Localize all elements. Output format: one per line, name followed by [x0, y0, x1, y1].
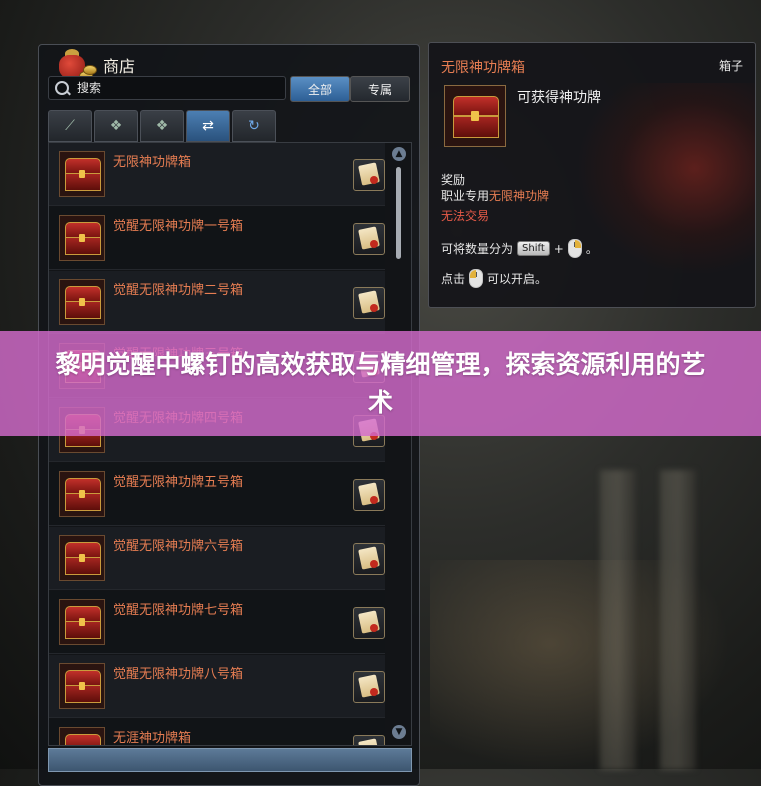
item-name: 无涯神功牌箱 — [113, 731, 192, 746]
mouse-left-click-icon — [469, 269, 484, 288]
list-item[interactable]: 无涯神功牌箱 — [49, 719, 385, 746]
tooltip-split-hint: 可将数量分为 Shift + 。 — [441, 239, 598, 258]
chest-icon — [59, 663, 105, 709]
shop-item-list: 无限神功牌箱觉醒无限神功牌一号箱觉醒无限神功牌二号箱觉醒无限神功牌三号箱觉醒无限… — [48, 142, 412, 746]
reward-item: 无限神功牌 — [489, 189, 550, 203]
background-pillar — [600, 470, 636, 770]
list-item[interactable]: 觉醒无限神功牌八号箱 — [49, 655, 385, 718]
chest-icon — [444, 85, 506, 147]
filter-exclusive-button[interactable]: 专属 — [350, 76, 410, 102]
shop-title: 商店 — [103, 57, 136, 76]
chest-icon — [59, 279, 105, 325]
list-item[interactable]: 觉醒无限神功牌一号箱 — [49, 207, 385, 270]
search-input[interactable] — [75, 80, 279, 96]
item-tooltip: 无限神功牌箱 箱子 可获得神功牌 奖励 职业专用无限神功牌 无法交易 可将数量分… — [428, 42, 756, 308]
list-item[interactable]: 觉醒无限神功牌二号箱 — [49, 271, 385, 334]
item-name: 觉醒无限神功牌八号箱 — [113, 667, 244, 682]
shop-header: 商店 — [51, 45, 136, 81]
item-name: 觉醒无限神功牌二号箱 — [113, 283, 244, 298]
chest-icon — [59, 151, 105, 197]
chest-icon — [59, 535, 105, 581]
sword-icon: ⟋ — [65, 118, 75, 134]
exchange-scroll-icon[interactable] — [353, 159, 385, 191]
tab-weapons[interactable]: ⟋ — [48, 110, 92, 142]
banner-headline: 黎明觉醒中螺钉的高效获取与精细管理，探索资源利用的艺术 — [55, 349, 706, 417]
dragon-emblem-background — [579, 83, 755, 273]
tooltip-open-hint: 点击 可以开启。 — [441, 269, 547, 288]
tooltip-reward-heading: 奖励 — [441, 173, 466, 187]
tab-gems[interactable]: ❖ — [94, 110, 138, 142]
tab-gems-alt[interactable]: ❖ — [140, 110, 184, 142]
tooltip-untradable: 无法交易 — [441, 209, 490, 223]
search-icon — [55, 81, 69, 95]
exchange-scroll-icon[interactable] — [353, 607, 385, 639]
background-pillar — [660, 470, 696, 770]
list-item[interactable]: 觉醒无限神功牌七号箱 — [49, 591, 385, 654]
tab-exchange[interactable]: ⇄ — [186, 110, 230, 142]
tab-refresh[interactable]: ↻ — [232, 110, 276, 142]
list-item[interactable]: 无限神功牌箱 — [49, 143, 385, 206]
chest-icon — [59, 215, 105, 261]
exchange-scroll-icon[interactable] — [353, 671, 385, 703]
purchase-bar[interactable] — [48, 748, 412, 772]
item-name: 觉醒无限神功牌五号箱 — [113, 475, 244, 490]
open-suffix: 可以开启。 — [487, 272, 548, 286]
tooltip-reward-line: 职业专用无限神功牌 — [441, 187, 549, 204]
exchange-scroll-icon[interactable] — [353, 735, 385, 745]
chest-icon — [59, 599, 105, 645]
scroll-thumb[interactable] — [396, 167, 401, 259]
mouse-right-click-icon — [567, 239, 582, 258]
category-tabs: ⟋ ❖ ❖ ⇄ ↻ — [48, 110, 276, 142]
tooltip-title: 无限神功牌箱 — [441, 60, 525, 76]
exchange-scroll-icon[interactable] — [353, 287, 385, 319]
list-item[interactable]: 觉醒无限神功牌五号箱 — [49, 463, 385, 526]
reward-prefix: 职业专用 — [441, 189, 490, 203]
open-prefix: 点击 — [441, 272, 466, 286]
article-title-banner: 黎明觉醒中螺钉的高效获取与精细管理，探索资源利用的艺术 — [0, 331, 761, 436]
exchange-scroll-icon[interactable] — [353, 543, 385, 575]
gem-icon: ❖ — [109, 118, 123, 134]
shift-key-icon: Shift — [517, 241, 550, 256]
tooltip-description: 可获得神功牌 — [517, 90, 601, 106]
tooltip-item-type: 箱子 — [718, 59, 743, 73]
item-name: 觉醒无限神功牌一号箱 — [113, 219, 244, 234]
exchange-scroll-icon[interactable] — [353, 223, 385, 255]
plus-sign: + — [553, 241, 564, 256]
chest-icon — [59, 471, 105, 517]
split-text: 可将数量分为 — [441, 242, 514, 256]
item-name: 觉醒无限神功牌六号箱 — [113, 539, 244, 554]
item-name: 觉醒无限神功牌七号箱 — [113, 603, 244, 618]
list-scrollbar[interactable]: ▲ ▼ — [391, 145, 407, 741]
swap-arrows-icon: ⇄ — [202, 118, 214, 134]
list-item[interactable]: 觉醒无限神功牌六号箱 — [49, 527, 385, 590]
scroll-up-icon[interactable]: ▲ — [392, 147, 406, 161]
scroll-down-icon[interactable]: ▼ — [392, 725, 406, 739]
item-name: 无限神功牌箱 — [113, 155, 192, 170]
chest-icon — [59, 727, 105, 745]
filter-all-button[interactable]: 全部 — [290, 76, 350, 102]
refresh-icon: ↻ — [248, 118, 260, 134]
exchange-scroll-icon[interactable] — [353, 479, 385, 511]
search-box[interactable] — [48, 76, 286, 100]
gem-icon: ❖ — [155, 118, 169, 134]
split-period: 。 — [585, 242, 598, 256]
